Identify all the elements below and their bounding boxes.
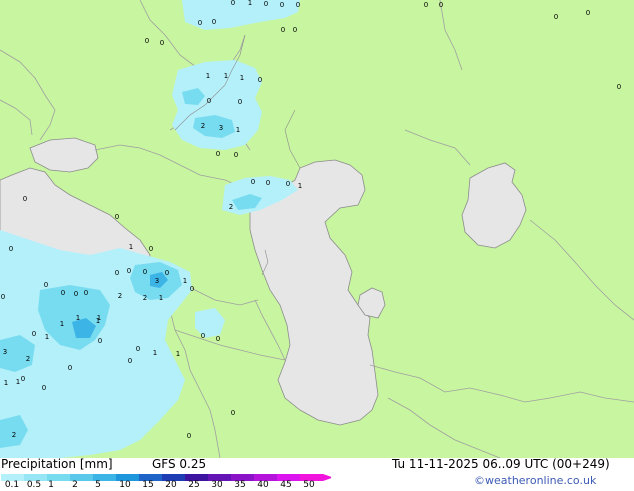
precipitation-value: 0 — [143, 268, 147, 276]
legend-label: 2 — [72, 480, 78, 490]
precipitation-value: 0 — [145, 37, 149, 45]
credit: ©weatheronline.co.uk — [474, 474, 597, 487]
model-name: GFS 0.25 — [152, 457, 207, 471]
legend-arrow — [323, 474, 331, 481]
legend-label: 15 — [142, 480, 154, 490]
precipitation-value: 1 — [16, 378, 20, 386]
precipitation-value: 0 — [165, 269, 169, 277]
precipitation-value: 3 — [155, 277, 159, 285]
precipitation-value: 0 — [1, 293, 5, 301]
precipitation-value: 0 — [207, 97, 211, 105]
precipitation-value: 2 — [143, 294, 147, 302]
precipitation-value: 0 — [439, 1, 443, 9]
precipitation-value: 0 — [231, 0, 235, 7]
precipitation-value: 0 — [424, 1, 428, 9]
precipitation-value: 0 — [44, 281, 48, 289]
precipitation-value: 0 — [238, 98, 242, 106]
legend-label: 10 — [119, 480, 131, 490]
precipitation-value: 1 — [236, 126, 240, 134]
precipitation-value: 0 — [216, 335, 220, 343]
precipitation-value: 0 — [149, 245, 153, 253]
precipitation-value: 0 — [293, 26, 297, 34]
precipitation-value: 0 — [586, 9, 590, 17]
precipitation-value: 0 — [32, 330, 36, 338]
precipitation-value: 0 — [187, 432, 191, 440]
precipitation-value: 2 — [229, 203, 233, 211]
precipitation-value: 0 — [115, 269, 119, 277]
precipitation-value: 0 — [234, 151, 238, 159]
valid-time: Tu 11-11-2025 06..09 UTC (00+249) — [392, 457, 610, 471]
precipitation-value: 0 — [266, 179, 270, 187]
precipitation-value: 1 — [240, 74, 244, 82]
precipitation-value: 0 — [98, 337, 102, 345]
precipitation-value: 0 — [281, 26, 285, 34]
legend-label: 50 — [303, 480, 315, 490]
legend-label: 0.1 — [4, 480, 20, 490]
precipitation-value: 1 — [248, 0, 252, 7]
precipitation-value: 1 — [60, 320, 64, 328]
legend-label: 20 — [165, 480, 177, 490]
precipitation-value: 0 — [280, 1, 284, 9]
precipitation-value: 0 — [61, 289, 65, 297]
precipitation-value: 1 — [176, 350, 180, 358]
precipitation-value: 0 — [554, 13, 558, 21]
legend-label: 40 — [257, 480, 269, 490]
precipitation-value: 1 — [129, 243, 133, 251]
precipitation-value: 1 — [153, 349, 157, 357]
precipitation-value: 0 — [258, 76, 262, 84]
precipitation-value: 0 — [128, 357, 132, 365]
precipitation-value: 2 — [26, 355, 30, 363]
precipitation-value: 1 — [159, 294, 163, 302]
precipitation-value: 0 — [190, 285, 194, 293]
legend-label: 1 — [48, 480, 54, 490]
precipitation-value: 0 — [231, 409, 235, 417]
precipitation-value: 0 — [160, 39, 164, 47]
legend-label: 5 — [95, 480, 101, 490]
precipitation-value: 0 — [42, 384, 46, 392]
precipitation-value: 0 — [9, 245, 13, 253]
precipitation-value: 0 — [68, 364, 72, 372]
map-title: Precipitation [mm] — [1, 457, 113, 471]
precipitation-map: 0 1 0 0 0 0 000 00 01 1 1 00 00 02 3 10 00 0 0 12001 000 0 00 0… — [0, 0, 634, 458]
legend-label: 0.5 — [26, 480, 42, 490]
legend-label: 45 — [280, 480, 292, 490]
precipitation-value: 0 — [127, 267, 131, 275]
precipitation-value: 0 — [212, 18, 216, 26]
legend-label: 25 — [188, 480, 200, 490]
precipitation-value: 1 — [76, 314, 80, 322]
precipitation-value: 1 — [298, 182, 302, 190]
precipitation-value: 0 — [216, 150, 220, 158]
precipitation-value: 1 — [183, 277, 187, 285]
precipitation-value: 1 — [224, 72, 228, 80]
precipitation-value: 0 — [617, 83, 621, 91]
precipitation-value: 2 — [201, 122, 205, 130]
precipitation-value: 1 — [97, 314, 101, 322]
precipitation-value: 0 — [251, 178, 255, 186]
precipitation-value: 0 — [23, 195, 27, 203]
precipitation-value: 0 — [198, 19, 202, 27]
legend-label: 30 — [211, 480, 223, 490]
precipitation-value: 0 — [84, 289, 88, 297]
precipitation-value: 1 — [206, 72, 210, 80]
precipitation-value: 2 — [118, 292, 122, 300]
legend-label: 35 — [234, 480, 246, 490]
precipitation-value: 0 — [296, 1, 300, 9]
precipitation-value: 0 — [21, 375, 25, 383]
precipitation-value: 0 — [201, 332, 205, 340]
precipitation-value: 0 — [264, 0, 268, 8]
precipitation-value: 2 — [12, 431, 16, 439]
precipitation-value: 1 — [45, 333, 49, 341]
precipitation-value: 0 — [115, 213, 119, 221]
precipitation-value: 0 — [136, 345, 140, 353]
precipitation-value: 3 — [3, 348, 7, 356]
precipitation-value: 1 — [4, 379, 8, 387]
precipitation-value: 0 — [286, 180, 290, 188]
precipitation-value: 3 — [219, 124, 223, 132]
precipitation-value: 0 — [74, 290, 78, 298]
